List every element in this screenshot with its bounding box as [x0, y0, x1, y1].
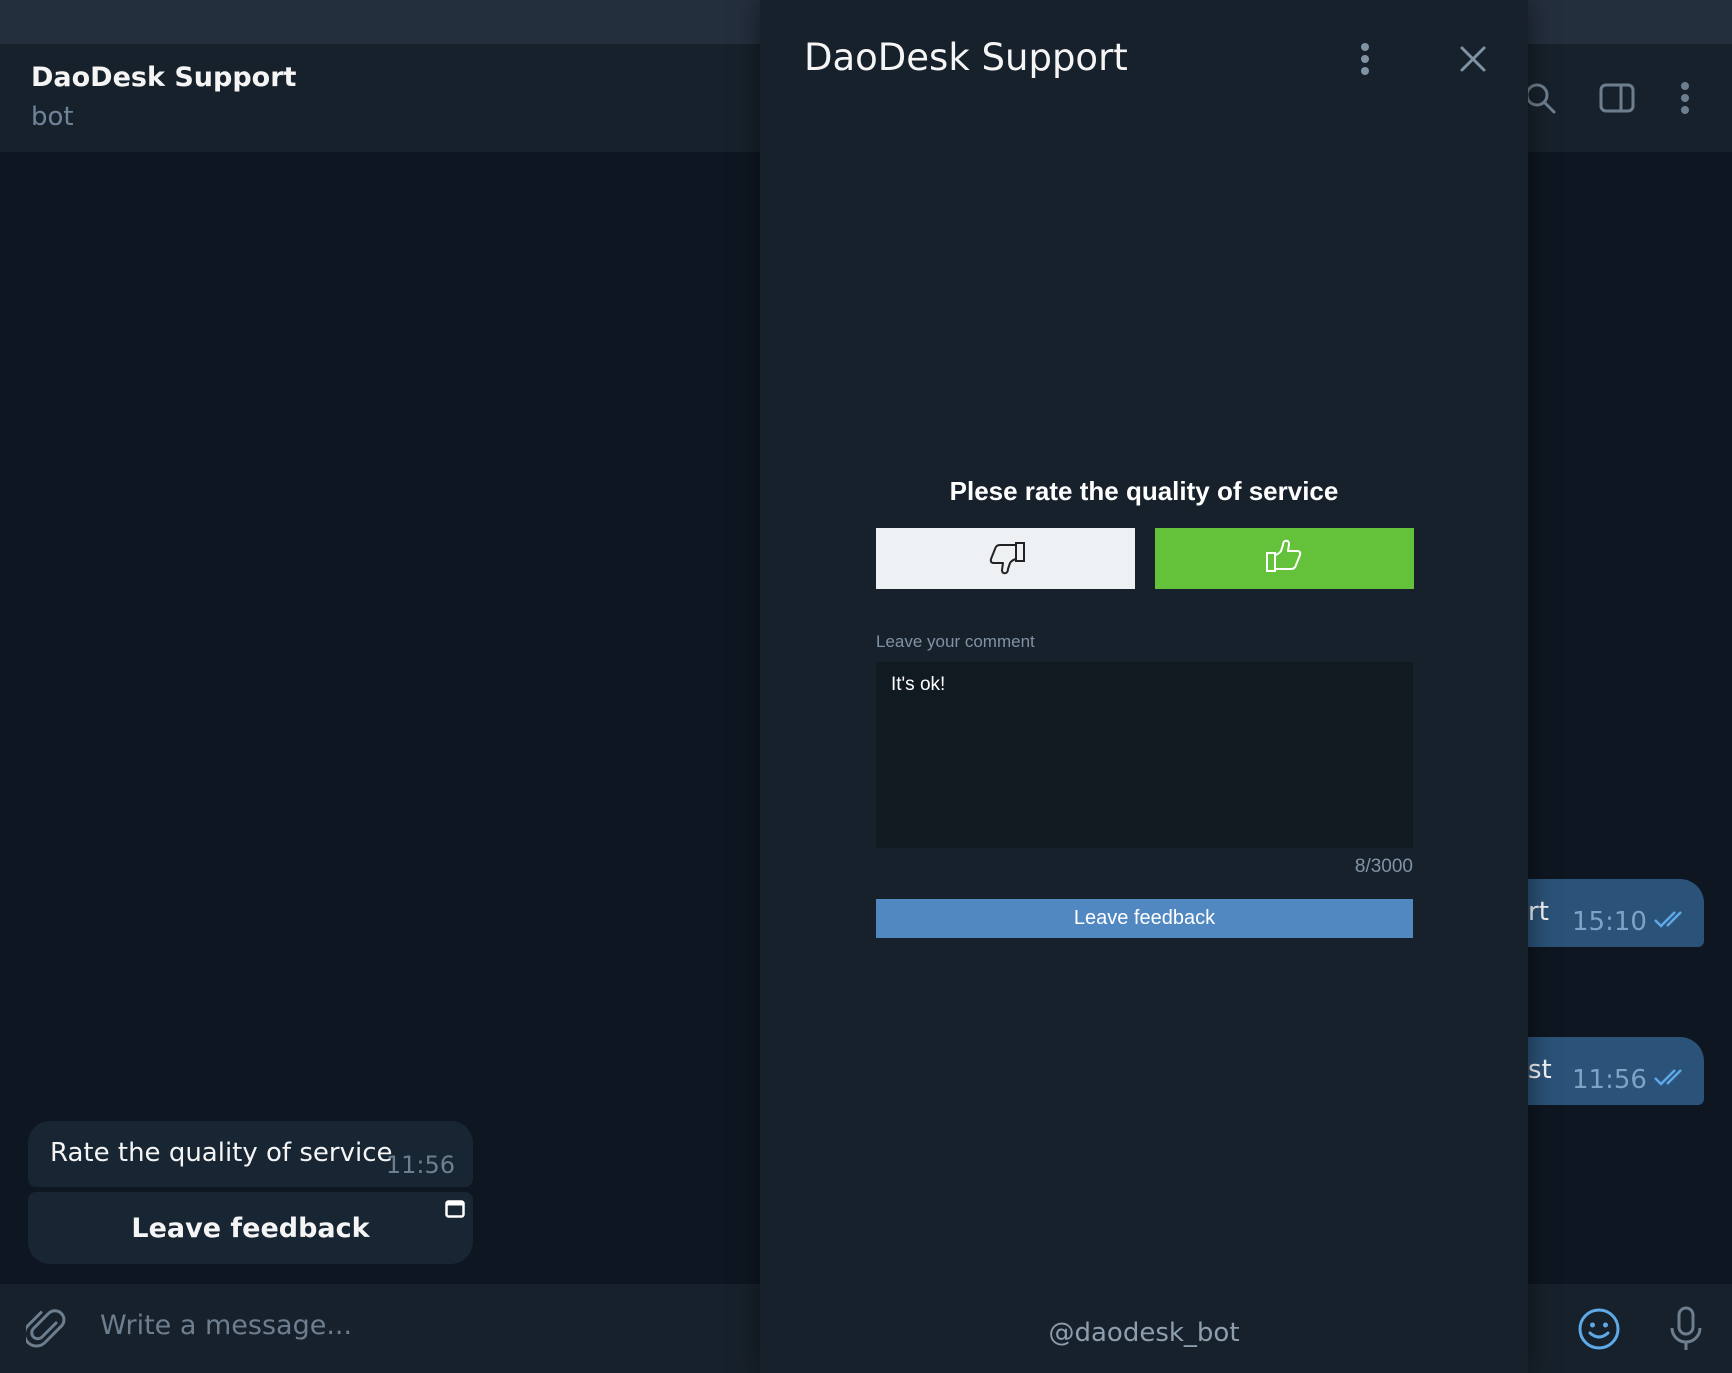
inline-leave-feedback-button[interactable]: Leave feedback — [28, 1192, 473, 1264]
message-input[interactable] — [100, 1310, 700, 1341]
thumbs-down-icon — [986, 539, 1026, 578]
incoming-message: Rate the quality of service 11:56 — [28, 1121, 473, 1187]
message-time: 11:56 — [385, 1151, 455, 1179]
double-check-icon — [1653, 1067, 1689, 1091]
character-counter: 8/3000 — [1354, 856, 1413, 877]
emoji-icon[interactable] — [1575, 1284, 1623, 1373]
attach-icon[interactable] — [22, 1284, 70, 1373]
more-vertical-icon[interactable] — [1670, 44, 1700, 152]
message-time: 15:10 — [1572, 907, 1647, 937]
message-time: 11:56 — [1572, 1065, 1647, 1095]
message-text: st — [1528, 1055, 1552, 1085]
comment-label: Leave your comment — [876, 632, 1035, 651]
webapp-title: DaoDesk Support — [804, 36, 1128, 79]
webapp-panel: DaoDesk Support Plese rate the quality o… — [760, 0, 1528, 1373]
close-icon[interactable] — [1450, 36, 1496, 82]
open-app-icon — [445, 1200, 465, 1222]
chat-title[interactable]: DaoDesk Support — [31, 62, 296, 93]
thumbs-up-button[interactable] — [1155, 528, 1414, 589]
rating-heading: Plese rate the quality of service — [949, 476, 1339, 506]
comment-textarea[interactable]: It's ok! — [876, 662, 1413, 848]
chat-subtitle: bot — [31, 102, 74, 132]
message-text: Rate the quality of service — [50, 1138, 393, 1168]
microphone-icon[interactable] — [1664, 1284, 1708, 1373]
sidebar-toggle-icon[interactable] — [1592, 44, 1642, 152]
inline-button-label: Leave feedback — [131, 1212, 370, 1244]
bot-username[interactable]: @daodesk_bot — [760, 1318, 1528, 1348]
outgoing-message: rt 15:10 — [1500, 879, 1704, 947]
thumbs-up-icon — [1265, 539, 1305, 578]
double-check-icon — [1653, 909, 1689, 933]
webapp-menu-icon[interactable] — [1348, 36, 1382, 82]
message-text: rt — [1528, 897, 1549, 927]
outgoing-message: st 11:56 — [1500, 1037, 1704, 1105]
thumbs-down-button[interactable] — [876, 528, 1135, 589]
leave-feedback-button[interactable]: Leave feedback — [876, 899, 1413, 938]
